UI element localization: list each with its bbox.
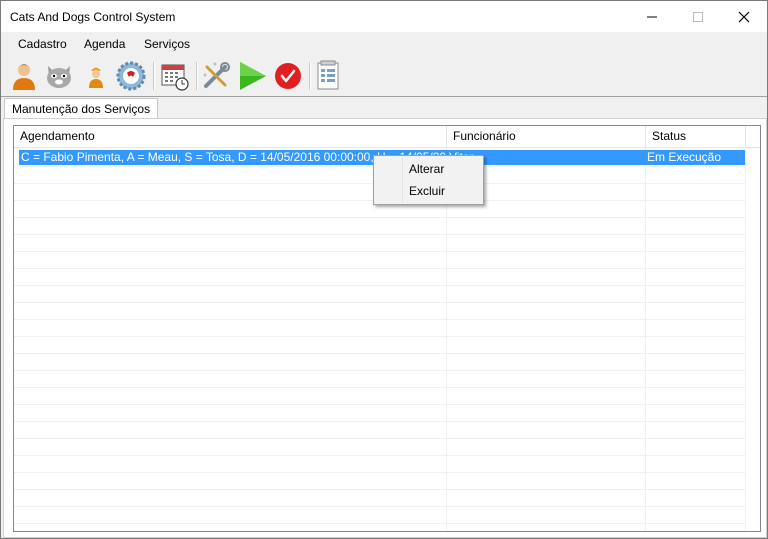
tools-icon [203, 62, 230, 88]
tab-strip: Manutenção dos Serviços [1, 96, 767, 120]
grid-line [14, 285, 746, 286]
worker-button[interactable] [81, 60, 111, 92]
grid-line [14, 336, 746, 337]
cell-status: Em Execução [647, 150, 722, 164]
menu-bar: Cadastro Agenda Serviços [1, 32, 767, 56]
grid-line [14, 438, 746, 439]
column-header-funcionario[interactable]: Funcionário [447, 126, 646, 147]
grid-line [14, 489, 746, 490]
minimize-button[interactable] [629, 1, 675, 32]
confirm-button[interactable] [273, 60, 303, 92]
worker-icon [89, 67, 103, 88]
grid-line [14, 421, 746, 422]
grid-line [14, 234, 746, 235]
grid-line [14, 370, 746, 371]
support-button[interactable] [116, 60, 146, 92]
grid-line [14, 472, 746, 473]
grid-line [14, 251, 746, 252]
cat-icon [47, 66, 71, 88]
grid-line [14, 404, 746, 405]
window-title: Cats And Dogs Control System [10, 10, 176, 24]
context-menu-excluir[interactable]: Excluir [409, 184, 445, 198]
toolbar [1, 56, 767, 96]
menu-cadastro[interactable]: Cadastro [18, 37, 67, 51]
close-button[interactable] [721, 1, 767, 32]
grid-line [14, 387, 746, 388]
play-icon [240, 62, 266, 90]
grid-line [14, 319, 746, 320]
listview-header: Agendamento Funcionário Status [14, 126, 760, 148]
menu-servicos[interactable]: Serviços [144, 37, 190, 51]
grid-line [14, 268, 746, 269]
play-button[interactable] [237, 60, 267, 92]
grid-line [14, 523, 746, 524]
maximize-button[interactable] [675, 1, 721, 32]
report-button[interactable] [314, 60, 344, 92]
cat-button[interactable] [43, 60, 73, 92]
calendar-icon [161, 64, 189, 91]
report-icon [317, 60, 339, 90]
grid-line [14, 455, 746, 456]
minimize-icon [647, 16, 657, 17]
tab-manutencao-servicos[interactable]: Manutenção dos Serviços [4, 98, 159, 120]
title-bar[interactable]: Cats And Dogs Control System [1, 1, 767, 32]
context-menu: Alterar Excluir [373, 155, 484, 205]
grid-line [14, 353, 746, 354]
main-window: Cats And Dogs Control System Cadastro Ag… [0, 0, 768, 539]
grid-line [14, 217, 746, 218]
grid-line [14, 506, 746, 507]
column-header-agendamento[interactable]: Agendamento [14, 126, 447, 147]
column-header-status[interactable]: Status [646, 126, 746, 147]
person-button[interactable] [9, 60, 39, 92]
context-menu-alterar[interactable]: Alterar [409, 162, 444, 176]
tools-button[interactable] [201, 60, 231, 92]
close-icon [738, 11, 750, 22]
grid-line [14, 302, 746, 303]
support-icon [116, 61, 146, 91]
confirm-icon [275, 63, 301, 89]
person-icon [13, 64, 35, 90]
maximize-icon [693, 11, 703, 22]
menu-agenda[interactable]: Agenda [84, 37, 125, 51]
calendar-button[interactable] [160, 60, 190, 92]
